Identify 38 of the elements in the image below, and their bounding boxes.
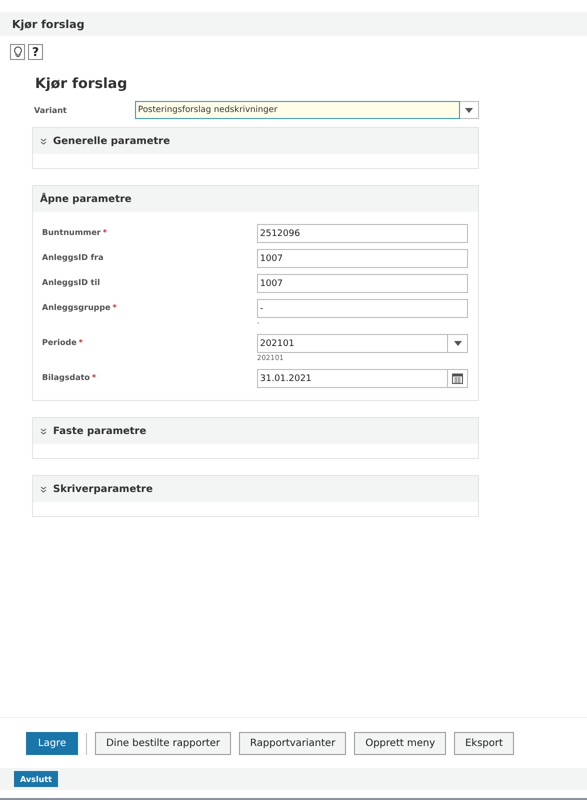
field-label: AnleggsID til — [42, 277, 101, 289]
input-field[interactable]: 1007 — [257, 274, 468, 293]
lightbulb-icon[interactable] — [10, 44, 25, 60]
field-label: Anleggsgruppe * — [42, 302, 118, 314]
action-button[interactable]: Dine bestilte rapporter — [95, 732, 232, 755]
section-title: Skriverparametre — [53, 484, 153, 494]
required-mark: * — [112, 303, 117, 312]
required-mark: * — [78, 338, 83, 347]
calendar-icon[interactable] — [452, 373, 463, 384]
field-label: AnleggsID fra — [42, 252, 104, 264]
page-title: Kjør forslag — [12, 18, 84, 30]
exit-button[interactable]: Avslutt — [14, 771, 58, 787]
input-field[interactable]: 2512096 — [257, 224, 468, 243]
save-button[interactable]: Lagre — [26, 732, 78, 755]
action-button[interactable]: Rapportvarianter — [239, 732, 346, 755]
expand-icon[interactable] — [40, 428, 47, 434]
expand-icon[interactable] — [40, 486, 47, 492]
section-title: Faste parametre — [53, 426, 146, 436]
field-label: Buntnummer * — [42, 227, 108, 239]
section-title: Åpne parametre — [40, 194, 132, 204]
required-mark: * — [102, 228, 107, 237]
expand-icon[interactable] — [40, 138, 47, 144]
required-mark: * — [92, 373, 96, 382]
help-button[interactable]: ? — [28, 44, 43, 60]
variant-dropdown[interactable]: Posteringsforslag nedskrivninger — [135, 101, 479, 119]
action-button[interactable]: Opprett meny — [354, 732, 446, 755]
period-dropdown[interactable]: 202101 — [257, 334, 468, 353]
form-title: Kjør forslag — [35, 76, 128, 92]
input-field[interactable]: 1007 — [257, 249, 468, 268]
date-field[interactable]: 31.01.2021 — [257, 369, 468, 388]
action-button[interactable]: Eksport — [454, 732, 514, 755]
section-title: Generelle parametre — [53, 136, 170, 146]
variant-label: Variant — [33, 106, 68, 114]
input-field[interactable]: - — [257, 299, 468, 318]
caret-icon — [454, 341, 462, 346]
field-label: Bilagsdato * — [42, 372, 98, 384]
caret-icon — [465, 108, 473, 112]
field-label: Periode * — [42, 337, 84, 349]
